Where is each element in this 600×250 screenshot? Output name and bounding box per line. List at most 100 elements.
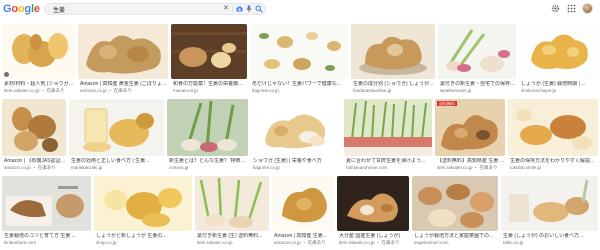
result-caption[interactable]: 和食の万能薬！生姜の栄養価を分析... [173, 81, 247, 87]
result-source[interactable]: hanamaruhome.com [346, 165, 432, 170]
image-result-card[interactable]: 生姜 (しょうが) のおいしい食べ方... taiko.co.jp [501, 176, 598, 248]
image-result-card[interactable]: 和食の万能薬！生姜の栄養価を分析... macaro-ni.jp [171, 24, 247, 96]
result-caption[interactable]: Amazon | 高知産 生姜... [274, 233, 334, 239]
result-source[interactable]: engeinomori.com [414, 240, 498, 245]
ginger-image [69, 99, 164, 156]
close-icon[interactable]: ✕ [223, 4, 229, 14]
result-caption[interactable]: 生姜の効用と正しい食べ方 | 生姜... [71, 158, 164, 164]
google-logo[interactable]: Google [3, 3, 40, 15]
result-thumbnail[interactable] [2, 24, 75, 79]
image-result-card[interactable]: 素材/材料・超人気 (ショウガ) けい... item.rakuten.co.j… [2, 24, 75, 96]
image-result-card[interactable]: 葉付きの新生姜・自宅での保存方法... weathernews.jp [438, 24, 516, 96]
result-thumbnail[interactable] [167, 99, 248, 156]
image-result-card[interactable]: Amazon | 【有機JAS認証】生姜... amazon.co.jp ・ 在… [2, 99, 66, 173]
image-result-card[interactable]: 送料無料 【送料無料】高知県産 生姜 (しょうが)... item.rakute… [435, 99, 505, 173]
result-thumbnail[interactable] [251, 99, 341, 156]
result-caption[interactable]: しょうが (生姜) 栽培時期 | ... [521, 81, 598, 87]
ginger-image [508, 99, 598, 156]
result-caption[interactable]: Amazon | 【有機JAS認証】生姜... [4, 158, 66, 164]
search-icon[interactable] [255, 5, 263, 13]
result-thumbnail[interactable] [412, 176, 498, 231]
image-result-card[interactable]: 生姜の成分別 (ショウガ) しょうが... foodoramaonline.jp [351, 24, 435, 96]
result-thumbnail[interactable] [250, 24, 348, 79]
image-result-card[interactable]: 生姜の保存方法をわかりやすく解説... tokubai.smile.jp [508, 99, 598, 173]
result-source[interactable]: foodoramaonline.jp [353, 88, 435, 93]
result-source[interactable]: item.rakuten.co.jp ・ 在庫あり [339, 240, 409, 245]
result-thumbnail[interactable] [2, 99, 66, 156]
camera-icon[interactable] [236, 6, 243, 12]
image-result-card[interactable]: 新生姜とは？どんな生姜？ 特徴と... oceans.jp [167, 99, 248, 173]
result-caption[interactable]: 大分産 国産生姜 (しょうが) [339, 233, 409, 239]
result-source[interactable]: kagome.co.jp [253, 165, 341, 170]
mic-icon[interactable] [246, 5, 252, 13]
image-result-card[interactable]: Amazon | 高知産 黄金生姜 (ごぼりょう... amazon.co.jp… [78, 24, 168, 96]
result-source[interactable]: amazon.co.jp ・ 在庫あり [4, 165, 66, 170]
result-caption[interactable]: 生姜の成分別 (ショウガ) しょうが... [353, 81, 435, 87]
result-source[interactable]: item.rakuten.co.jp [197, 240, 269, 245]
image-result-card[interactable]: 生姜の効用と正しい食べ方 | 生姜... mariekanzaki.jp [69, 99, 164, 173]
result-thumbnail[interactable]: 送料無料 [435, 99, 505, 156]
result-source[interactable]: amazon.co.jp ・ 在庫あり [274, 240, 334, 245]
image-result-card[interactable]: 夏に合わせて甘酢生姜を漬けよう... hanamaruhome.com [344, 99, 432, 173]
apps-icon[interactable] [567, 4, 576, 13]
result-source[interactable]: shop.co.jp [96, 240, 192, 245]
result-caption[interactable]: 素材/材料・超人気 (ショウガ) けい... [4, 81, 75, 87]
result-thumbnail[interactable] [69, 99, 164, 156]
gear-icon[interactable] [551, 4, 560, 13]
result-caption[interactable]: Amazon | 高知産 黄金生姜 (ごぼりょう... [80, 81, 168, 87]
image-result-card[interactable]: しょうが (生姜) 栽培時期 | ... shokuzai-bayer.jp [519, 24, 598, 96]
result-caption[interactable]: 葉付き新生姜 (生) 送料無料... [197, 233, 269, 239]
result-source[interactable]: item.rakuten.co.jp ・ 在庫あり [437, 165, 505, 170]
result-thumbnail[interactable] [351, 24, 435, 79]
image-result-card[interactable]: 大分産 国産生姜 (しょうが) item.rakuten.co.jp ・ 在庫あ… [337, 176, 409, 248]
result-thumbnail[interactable] [501, 176, 598, 231]
result-caption[interactable]: 葉付きの新生姜・自宅での保存方法... [440, 81, 516, 87]
result-caption[interactable]: 冬だけじゃない！生姜パワーで健康な... [252, 81, 348, 87]
ginger-image [2, 99, 66, 156]
image-result-card[interactable]: 生姜栽培のコツと育て方 生姜 ... kinbenfarm.com [2, 176, 91, 248]
result-thumbnail[interactable] [171, 24, 247, 79]
result-thumbnail[interactable] [519, 24, 598, 79]
image-result-card[interactable]: しょうが栽培方法と家庭菜園での... engeinomori.com [412, 176, 498, 248]
result-source[interactable]: shokuzai-bayer.jp [521, 88, 598, 93]
result-source[interactable]: amazon.co.jp ・ 在庫あり [80, 88, 168, 93]
result-source[interactable]: mariekanzaki.jp [71, 165, 164, 170]
result-source[interactable]: oceans.jp [169, 165, 248, 170]
result-caption[interactable]: 生姜の保存方法をわかりやすく解説... [510, 158, 598, 164]
result-source[interactable]: weathernews.jp [440, 88, 516, 93]
search-input[interactable] [53, 4, 203, 14]
image-result-card[interactable]: 葉付き新生姜 (生) 送料無料... item.rakuten.co.jp [195, 176, 269, 248]
result-caption[interactable]: 新生姜とは？どんな生姜？ 特徴と... [169, 158, 248, 164]
result-source[interactable]: tokubai.smile.jp [510, 165, 598, 170]
result-thumbnail[interactable] [2, 176, 91, 231]
result-thumbnail[interactable] [195, 176, 269, 231]
image-result-card[interactable]: 冬だけじゃない！生姜パワーで健康な... kagome.co.jp [250, 24, 348, 96]
result-source[interactable]: kagome.co.jp [252, 88, 348, 93]
result-source[interactable]: macaro-ni.jp [173, 88, 247, 93]
result-thumbnail[interactable] [508, 99, 598, 156]
result-caption[interactable]: しょうが栽培方法と家庭菜園での... [414, 233, 498, 239]
result-thumbnail[interactable] [94, 176, 192, 231]
search-box[interactable]: ✕ [44, 3, 266, 15]
result-caption[interactable]: 夏に合わせて甘酢生姜を漬けよう... [346, 158, 432, 164]
top-bar: Google ✕ [0, 0, 600, 22]
result-thumbnail[interactable] [337, 176, 409, 231]
image-result-card[interactable]: ショウガ (生姜) | 栄養や食べ方 kagome.co.jp [251, 99, 341, 173]
result-caption[interactable]: 生姜 (しょうが) のおいしい食べ方... [503, 233, 598, 239]
result-caption[interactable]: 生姜栽培のコツと育て方 生姜 ... [4, 233, 91, 239]
ginger-image [412, 176, 498, 231]
result-badge: 送料無料 [437, 101, 457, 106]
result-thumbnail[interactable] [272, 176, 334, 231]
image-result-card[interactable]: Amazon | 高知産 生姜... amazon.co.jp ・ 在庫あり [272, 176, 334, 248]
avatar[interactable] [582, 3, 593, 14]
result-source[interactable]: taiko.co.jp [503, 240, 598, 245]
result-thumbnail[interactable] [438, 24, 516, 79]
result-caption[interactable]: ショウガ (生姜) | 栄養や食べ方 [253, 158, 341, 164]
result-thumbnail[interactable] [344, 99, 432, 156]
result-caption[interactable]: しょうがと新しょうが 生姜の... [96, 233, 192, 239]
result-thumbnail[interactable] [78, 24, 168, 79]
result-caption[interactable]: 【送料無料】高知県産 生姜 (しょうが)... [437, 158, 505, 164]
result-source[interactable]: kinbenfarm.com [4, 240, 91, 245]
result-source[interactable]: item.rakuten.co.jp ・ 在庫あり [4, 88, 75, 93]
image-result-card[interactable]: しょうがと新しょうが 生姜の... shop.co.jp [94, 176, 192, 248]
